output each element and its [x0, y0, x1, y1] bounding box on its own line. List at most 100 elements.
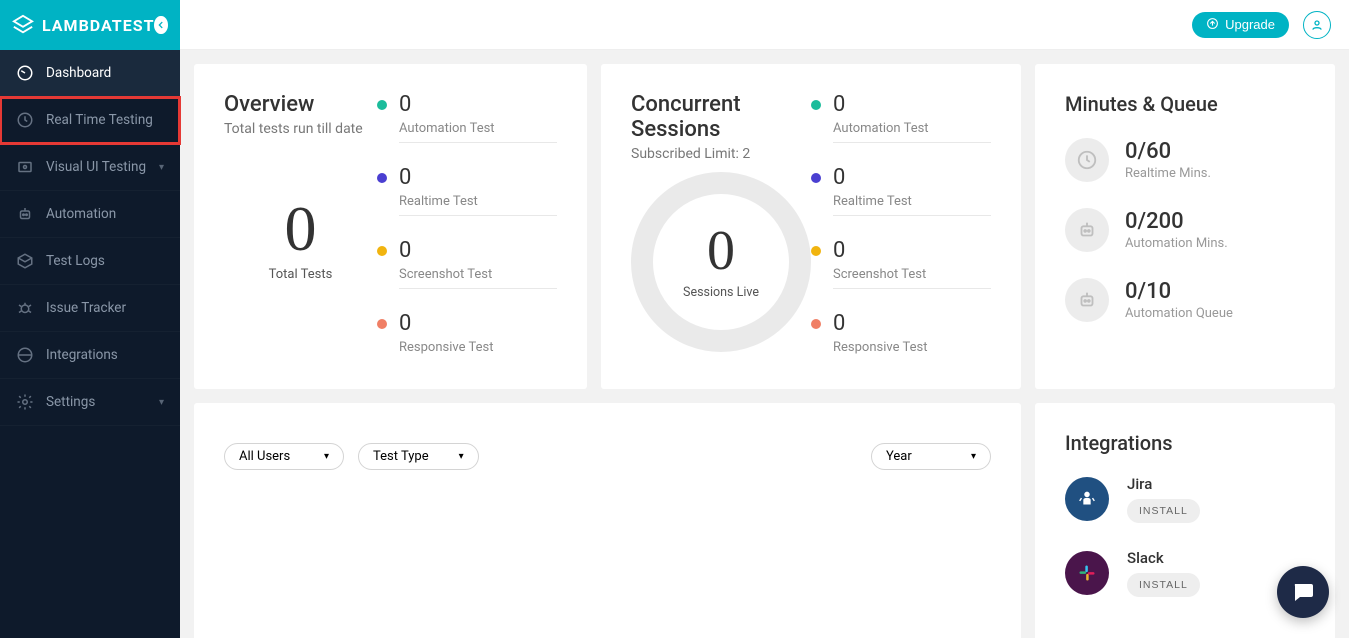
chevron-down-icon: ▾: [324, 451, 329, 462]
sessions-live-label: Sessions Live: [683, 285, 759, 300]
mq-value: 0/200: [1125, 209, 1228, 234]
sidebar-item-automation[interactable]: Automation: [0, 191, 180, 238]
dot-icon: [377, 173, 387, 183]
chevron-down-icon: ▾: [159, 397, 164, 408]
dot-icon: [811, 100, 821, 110]
integration-jira: Jira INSTALL: [1065, 475, 1305, 523]
filter-users-select[interactable]: All Users ▾: [224, 443, 344, 470]
mq-value: 0/60: [1125, 139, 1211, 164]
overview-metrics: 0 Automation Test 0 Realtime Test 0 Scre…: [377, 92, 557, 361]
sidebar-item-label: Integrations: [46, 347, 118, 363]
sidebar-item-label: Real Time Testing: [46, 112, 153, 128]
sidebar-item-label: Visual UI Testing: [46, 159, 146, 175]
sidebar-item-realtime-testing[interactable]: Real Time Testing: [0, 97, 180, 144]
eye-icon: [16, 158, 34, 176]
sidebar-item-issue-tracker[interactable]: Issue Tracker: [0, 285, 180, 332]
sessions-ring: 0 Sessions Live: [631, 172, 811, 352]
box-icon: [16, 252, 34, 270]
main-area: Upgrade Overview Total tests run till da…: [180, 0, 1349, 638]
sidebar-item-label: Dashboard: [46, 65, 111, 81]
sidebar-item-visual-ui-testing[interactable]: Visual UI Testing ▾: [0, 144, 180, 191]
metric-value: 0: [399, 165, 411, 190]
sidebar-item-settings[interactable]: Settings ▾: [0, 379, 180, 426]
brand-name: LAMBDATEST: [42, 16, 154, 35]
realtime-mins-row: 0/60 Realtime Mins.: [1065, 138, 1305, 182]
mq-label: Automation Queue: [1125, 306, 1233, 321]
metric-screenshot-test: 0 Screenshot Test: [811, 238, 991, 289]
metric-value: 0: [833, 311, 845, 336]
overview-title: Overview: [224, 92, 377, 117]
concurrent-metrics: 0 Automation Test 0 Realtime Test 0 Scre…: [811, 92, 991, 361]
metric-value: 0: [833, 238, 845, 263]
sidebar-collapse-toggle[interactable]: [154, 16, 168, 34]
sessions-live-value: 0: [707, 223, 735, 279]
robot-icon: [1065, 278, 1109, 322]
brand-bar: LAMBDATEST: [0, 0, 180, 50]
integrations-title: Integrations: [1065, 431, 1305, 455]
metric-realtime-test: 0 Realtime Test: [811, 165, 991, 216]
filter-testtype-select[interactable]: Test Type ▾: [358, 443, 479, 470]
dot-icon: [811, 246, 821, 256]
filter-year-select[interactable]: Year ▾: [871, 443, 991, 470]
upgrade-label: Upgrade: [1225, 17, 1275, 32]
integration-name: Slack: [1127, 549, 1200, 567]
profile-avatar[interactable]: [1303, 11, 1331, 39]
sidebar-item-test-logs[interactable]: Test Logs: [0, 238, 180, 285]
concurrent-title: Concurrent Sessions: [631, 92, 811, 142]
overview-subtitle: Total tests run till date: [224, 121, 377, 137]
dot-icon: [811, 319, 821, 329]
metric-label: Responsive Test: [399, 340, 557, 355]
integration-slack: Slack INSTALL: [1065, 549, 1305, 597]
metric-value: 0: [399, 92, 411, 117]
jira-logo-icon: [1065, 477, 1109, 521]
minutes-queue-card: Minutes & Queue 0/60 Realtime Mins. 0/200…: [1035, 64, 1335, 389]
metric-label: Realtime Test: [399, 194, 557, 209]
integration-name: Jira: [1127, 475, 1200, 493]
dot-icon: [811, 173, 821, 183]
mq-value: 0/10: [1125, 279, 1233, 304]
upgrade-button[interactable]: Upgrade: [1192, 12, 1289, 38]
mq-label: Automation Mins.: [1125, 236, 1228, 251]
overview-total-label: Total Tests: [269, 267, 333, 282]
slack-logo-icon: [1065, 551, 1109, 595]
metric-responsive-test: 0 Responsive Test: [811, 311, 991, 361]
dashboard-icon: [16, 64, 34, 82]
install-jira-button[interactable]: INSTALL: [1127, 499, 1200, 523]
metric-value: 0: [399, 311, 411, 336]
metric-label: Realtime Test: [833, 194, 991, 209]
metric-responsive-test: 0 Responsive Test: [377, 311, 557, 361]
sidebar-item-label: Automation: [46, 206, 116, 222]
top-bar: Upgrade: [180, 0, 1349, 50]
dot-icon: [377, 319, 387, 329]
robot-icon: [16, 205, 34, 223]
automation-queue-row: 0/10 Automation Queue: [1065, 278, 1305, 322]
sidebar-nav: Dashboard Real Time Testing Visual UI Te…: [0, 50, 180, 426]
upload-icon: [1206, 17, 1219, 33]
sidebar-item-dashboard[interactable]: Dashboard: [0, 50, 180, 97]
bug-icon: [16, 299, 34, 317]
metric-realtime-test: 0 Realtime Test: [377, 165, 557, 216]
overview-total-value: 0: [285, 197, 317, 261]
chat-fab[interactable]: [1277, 566, 1329, 618]
metric-value: 0: [833, 92, 845, 117]
concurrent-subtitle: Subscribed Limit: 2: [631, 146, 811, 162]
chevron-down-icon: ▾: [159, 162, 164, 173]
sidebar: LAMBDATEST Dashboard Real Time Testing V…: [0, 0, 180, 638]
dot-icon: [377, 100, 387, 110]
metric-label: Screenshot Test: [833, 267, 991, 282]
chevron-down-icon: ▾: [459, 451, 464, 462]
sidebar-item-label: Issue Tracker: [46, 300, 126, 316]
minutes-queue-title: Minutes & Queue: [1065, 92, 1305, 116]
mq-label: Realtime Mins.: [1125, 166, 1211, 181]
sidebar-item-integrations[interactable]: Integrations: [0, 332, 180, 379]
metric-automation-test: 0 Automation Test: [811, 92, 991, 143]
gear-icon: [16, 393, 34, 411]
select-value: Year: [886, 449, 912, 464]
robot-icon: [1065, 208, 1109, 252]
clock-icon: [16, 111, 34, 129]
metric-label: Responsive Test: [833, 340, 991, 355]
install-slack-button[interactable]: INSTALL: [1127, 573, 1200, 597]
clock-icon: [1065, 138, 1109, 182]
sidebar-item-label: Test Logs: [46, 253, 105, 269]
select-value: Test Type: [373, 449, 429, 464]
